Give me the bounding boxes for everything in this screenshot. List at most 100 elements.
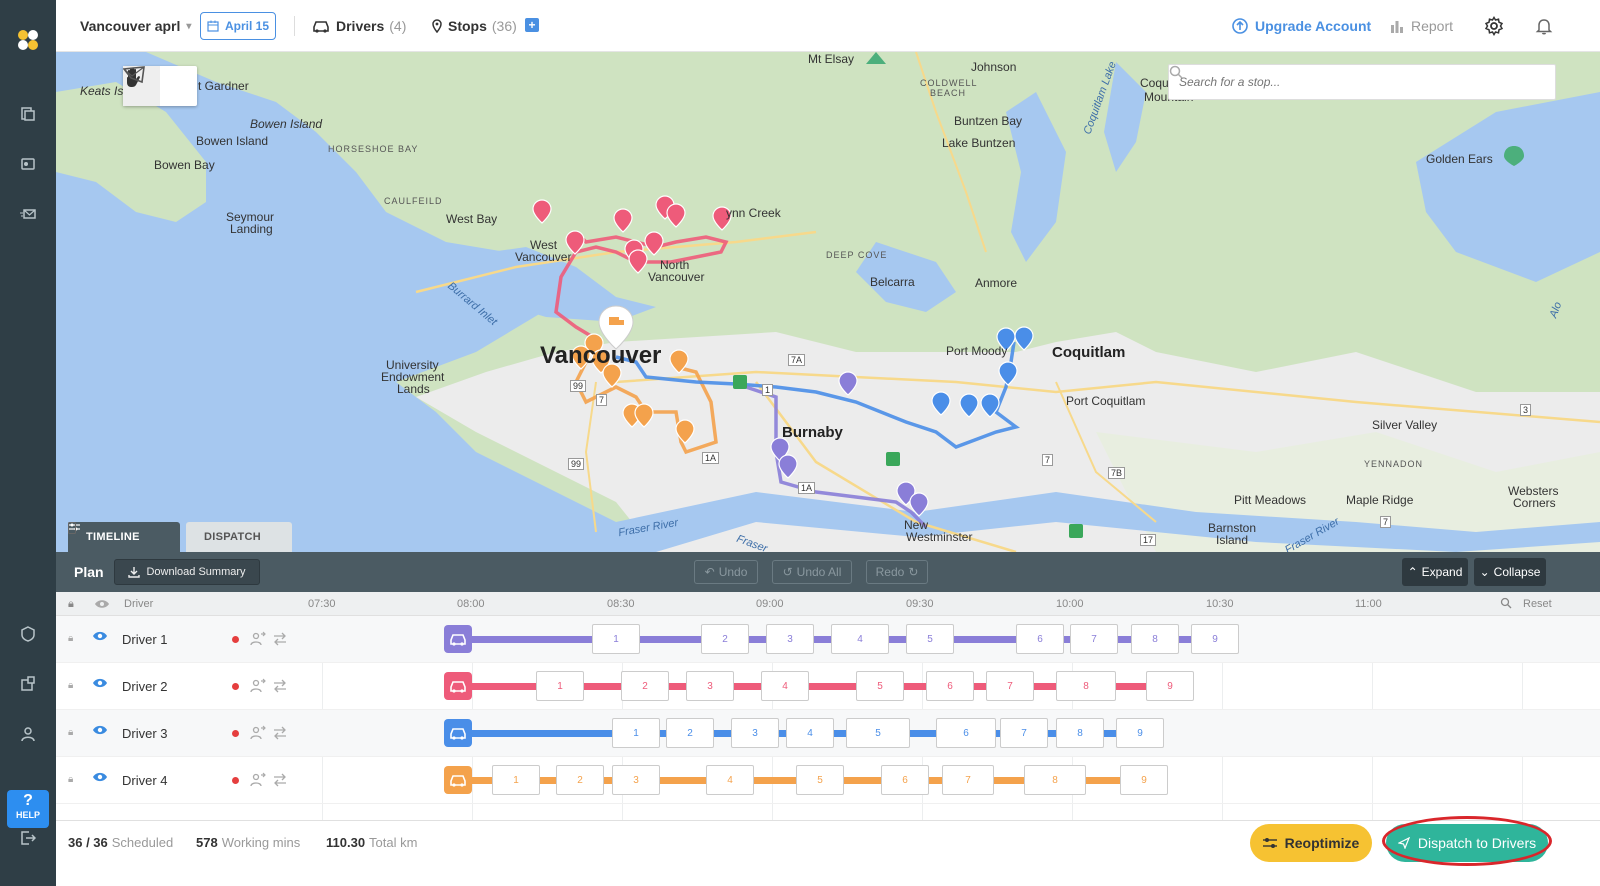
upgrade-account-link[interactable]: Upgrade Account [1232, 0, 1371, 52]
stop-block[interactable]: 6 [1016, 624, 1064, 654]
tab-dispatch[interactable]: DISPATCH [68, 522, 292, 552]
lock-icon[interactable]: 🔒︎ [68, 774, 73, 785]
lock-all-icon[interactable]: 🔒︎ [68, 592, 74, 616]
stop-block[interactable]: 5 [796, 765, 844, 795]
driver-name[interactable]: Driver 2 [122, 663, 168, 710]
stop-search-input[interactable] [1179, 75, 1545, 89]
stop-block[interactable]: 8 [1131, 624, 1179, 654]
stop-block[interactable]: 9 [1146, 671, 1194, 701]
stop-block[interactable]: 2 [556, 765, 604, 795]
stop-block[interactable]: 2 [701, 624, 749, 654]
dispatch-to-drivers-button[interactable]: Dispatch to Drivers [1386, 824, 1548, 862]
search-icon[interactable] [1169, 65, 1183, 79]
stop-search-box [1168, 64, 1556, 100]
help-button[interactable]: ? HELP [7, 790, 49, 828]
report-link[interactable]: Report [1390, 0, 1453, 52]
copy-plans-icon[interactable] [16, 106, 40, 130]
date-picker[interactable]: April 15 [200, 12, 276, 40]
eye-icon[interactable] [92, 677, 108, 689]
swap-driver-icon[interactable] [250, 725, 266, 741]
zoom-icon[interactable] [1500, 597, 1512, 609]
stop-block[interactable]: 9 [1116, 718, 1164, 748]
stop-block[interactable]: 7 [1070, 624, 1118, 654]
stop-block[interactable]: 6 [926, 671, 974, 701]
road-shield: 7A [788, 354, 806, 366]
app-logo[interactable] [14, 28, 42, 52]
stops-label: Stops [448, 18, 487, 34]
eye-icon[interactable] [92, 630, 108, 642]
undo-all-button[interactable]: ↺ Undo All [772, 560, 852, 584]
stop-block[interactable]: 3 [766, 624, 814, 654]
stop-block[interactable]: 2 [666, 718, 714, 748]
stop-block[interactable]: 8 [1056, 718, 1104, 748]
driver-name[interactable]: Driver 3 [122, 710, 168, 757]
stop-block[interactable]: 9 [1191, 624, 1239, 654]
reorder-icon[interactable] [272, 631, 288, 647]
driver-name[interactable]: Driver 1 [122, 616, 168, 663]
collapse-button[interactable]: ⌄ Collapse [1474, 558, 1546, 586]
route-map[interactable]: Keats Is t Gardner Bowen Island Bowen Is… [56, 52, 1600, 552]
car-icon [450, 728, 466, 740]
stop-block[interactable]: 5 [846, 718, 910, 748]
undo-button[interactable]: ↶ Undo [694, 560, 758, 584]
messages-nav-icon[interactable] [16, 206, 40, 230]
vehicle-chip[interactable] [444, 719, 472, 747]
stop-block[interactable]: 6 [936, 718, 996, 748]
stop-block[interactable]: 4 [831, 624, 889, 654]
stop-block[interactable]: 8 [1056, 671, 1116, 701]
add-stop-button[interactable]: + [525, 18, 539, 32]
lock-icon[interactable]: 🔒︎ [68, 680, 73, 691]
redo-button[interactable]: Redo ↻ [866, 560, 928, 584]
reorder-icon[interactable] [272, 772, 288, 788]
expand-button[interactable]: ⌃ Expand [1402, 558, 1468, 586]
stop-block[interactable]: 4 [761, 671, 809, 701]
plan-selector[interactable]: Vancouver aprl ▾ [80, 0, 191, 52]
stop-block[interactable]: 4 [706, 765, 754, 795]
vehicle-chip[interactable] [444, 625, 472, 653]
stop-block[interactable]: 2 [621, 671, 669, 701]
lock-icon[interactable]: 🔒︎ [68, 633, 73, 644]
download-summary-button[interactable]: Download Summary [114, 559, 260, 585]
swap-driver-icon[interactable] [250, 678, 266, 694]
stop-block[interactable]: 5 [906, 624, 954, 654]
user-icon[interactable] [16, 726, 40, 750]
stop-block[interactable]: 1 [492, 765, 540, 795]
shield-icon[interactable] [16, 626, 40, 650]
stop-block[interactable]: 7 [1000, 718, 1048, 748]
stop-block[interactable]: 1 [612, 718, 660, 748]
reorder-icon[interactable] [272, 725, 288, 741]
stops-menu[interactable]: Stops (36) [432, 0, 517, 52]
stop-block[interactable]: 5 [856, 671, 904, 701]
reset-zoom-link[interactable]: Reset [1523, 592, 1552, 616]
stop-block[interactable]: 7 [986, 671, 1034, 701]
swap-driver-icon[interactable] [250, 772, 266, 788]
driver-name[interactable]: Driver 4 [122, 757, 168, 804]
stop-block[interactable]: 1 [536, 671, 584, 701]
lock-icon[interactable]: 🔒︎ [68, 727, 73, 738]
eye-icon[interactable] [94, 599, 110, 609]
integrations-icon[interactable] [16, 676, 40, 700]
eye-icon[interactable] [92, 771, 108, 783]
stop-block[interactable]: 4 [786, 718, 834, 748]
stop-block[interactable]: 3 [612, 765, 660, 795]
stop-block[interactable]: 7 [942, 765, 994, 795]
stop-block[interactable]: 8 [1024, 765, 1086, 795]
logout-icon[interactable] [16, 830, 40, 854]
vehicle-chip[interactable] [444, 672, 472, 700]
stop-block[interactable]: 1 [592, 624, 640, 654]
tab-timeline[interactable]: TIMELINE [68, 522, 180, 552]
swap-driver-icon[interactable] [250, 631, 266, 647]
gear-icon[interactable] [1484, 16, 1504, 36]
reoptimize-button[interactable]: Reoptimize [1250, 824, 1372, 862]
stop-block[interactable]: 6 [881, 765, 929, 795]
eye-icon[interactable] [92, 724, 108, 736]
stop-block[interactable]: 3 [686, 671, 734, 701]
drivers-nav-icon[interactable] [16, 156, 40, 180]
stop-block[interactable]: 3 [731, 718, 779, 748]
drivers-menu[interactable]: Drivers (4) [312, 0, 406, 52]
reorder-icon[interactable] [272, 678, 288, 694]
bell-icon[interactable] [1534, 16, 1554, 36]
vehicle-chip[interactable] [444, 766, 472, 794]
lasso-tool-button[interactable] [123, 66, 197, 106]
stop-block[interactable]: 9 [1120, 765, 1168, 795]
